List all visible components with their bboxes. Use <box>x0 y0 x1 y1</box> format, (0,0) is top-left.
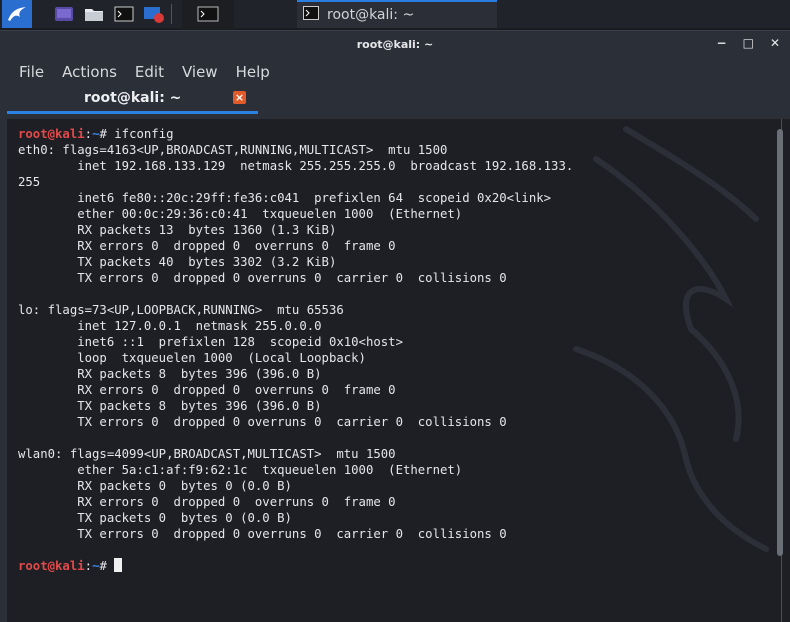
menu-view[interactable]: View <box>182 63 218 81</box>
tab-close-button[interactable]: × <box>233 91 246 104</box>
output-line: lo: flags=73<UP,LOOPBACK,RUNNING> mtu 65… <box>18 303 344 317</box>
output-line: RX packets 8 bytes 396 (396.0 B) <box>77 367 322 381</box>
output-line: TX errors 0 dropped 0 overruns 0 carrier… <box>77 415 507 429</box>
output-line: 255 <box>18 175 41 189</box>
screen-recorder-icon[interactable] <box>142 2 166 26</box>
prompt-line-2[interactable]: root@kali:~# <box>18 558 123 573</box>
terminal-icon <box>303 6 319 24</box>
output-line: eth0: flags=4163<UP,BROADCAST,RUNNING,MU… <box>18 143 448 157</box>
output-line: inet6 fe80::20c:29ff:fe36:c041 prefixlen… <box>77 191 552 205</box>
kali-menu-icon[interactable] <box>2 0 32 28</box>
workspace-switcher[interactable] <box>182 0 234 30</box>
scrollbar-thumb[interactable] <box>777 129 783 556</box>
output-line: TX errors 0 dropped 0 overruns 0 carrier… <box>77 527 507 541</box>
command-text: ifconfig <box>106 127 174 141</box>
output-line: inet 192.168.133.129 netmask 255.255.255… <box>77 159 574 173</box>
output-line: inet 127.0.0.1 netmask 255.0.0.0 <box>77 319 322 333</box>
menu-actions[interactable]: Actions <box>62 63 117 81</box>
window-title: root@kali: ~ <box>356 38 434 51</box>
output-line: inet6 ::1 prefixlen 128 scopeid 0x10<hos… <box>77 335 403 349</box>
taskbar-item-terminal[interactable]: root@kali: ~ <box>297 0 497 28</box>
terminal-icon[interactable] <box>112 2 136 26</box>
minimize-button[interactable]: − <box>717 36 727 50</box>
menu-help[interactable]: Help <box>236 63 270 81</box>
tab-title: root@kali: ~ <box>84 90 182 106</box>
window-titlebar[interactable]: root@kali: ~ − □ ✕ <box>0 31 790 58</box>
output-line: RX errors 0 dropped 0 overruns 0 frame 0 <box>77 239 396 253</box>
output-line: TX packets 40 bytes 3302 (3.2 KiB) <box>77 255 337 269</box>
output-line: TX packets 0 bytes 0 (0.0 B) <box>77 511 292 525</box>
workspace-icon[interactable] <box>52 2 76 26</box>
menu-edit[interactable]: Edit <box>135 63 164 81</box>
prompt-line-1: root@kali:~# ifconfig <box>18 127 174 141</box>
top-panel: root@kali: ~ <box>0 0 790 30</box>
output-line: TX packets 8 bytes 396 (396.0 B) <box>77 399 322 413</box>
output-line: loop txqueuelen 1000 (Local Loopback) <box>77 351 366 365</box>
output-line: ether 5a:c1:af:f9:62:1c txqueuelen 1000 … <box>77 463 463 477</box>
terminal-output-area[interactable]: root@kali:~# ifconfig eth0: flags=4163<U… <box>7 119 790 622</box>
terminal-text: root@kali:~# ifconfig eth0: flags=4163<U… <box>18 126 573 574</box>
output-line: RX errors 0 dropped 0 overruns 0 frame 0 <box>77 495 396 509</box>
output-line: RX errors 0 dropped 0 overruns 0 frame 0 <box>77 383 396 397</box>
file-manager-icon[interactable] <box>82 2 106 26</box>
ifconfig-output: eth0: flags=4163<UP,BROADCAST,RUNNING,MU… <box>18 143 573 541</box>
output-line: RX packets 13 bytes 1360 (1.3 KiB) <box>77 223 337 237</box>
close-button[interactable]: ✕ <box>770 36 780 50</box>
output-line: wlan0: flags=4099<UP,BROADCAST,MULTICAST… <box>18 447 396 461</box>
maximize-button[interactable]: □ <box>743 36 754 50</box>
tab-terminal[interactable]: root@kali: ~ × <box>7 86 258 114</box>
text-cursor <box>114 558 123 572</box>
terminal-window: root@kali: ~ − □ ✕ File Actions Edit Vie… <box>0 30 790 622</box>
output-line: TX errors 0 dropped 0 overruns 0 carrier… <box>77 271 507 285</box>
output-line: RX packets 0 bytes 0 (0.0 B) <box>77 479 292 493</box>
output-line: ether 00:0c:29:36:c0:41 txqueuelen 1000 … <box>77 207 463 221</box>
tab-bar: root@kali: ~ × <box>0 86 790 114</box>
menu-file[interactable]: File <box>19 63 44 81</box>
menubar: File Actions Edit View Help <box>0 58 790 86</box>
taskbar-item-label: root@kali: ~ <box>327 7 415 23</box>
panel-separator <box>171 4 172 24</box>
